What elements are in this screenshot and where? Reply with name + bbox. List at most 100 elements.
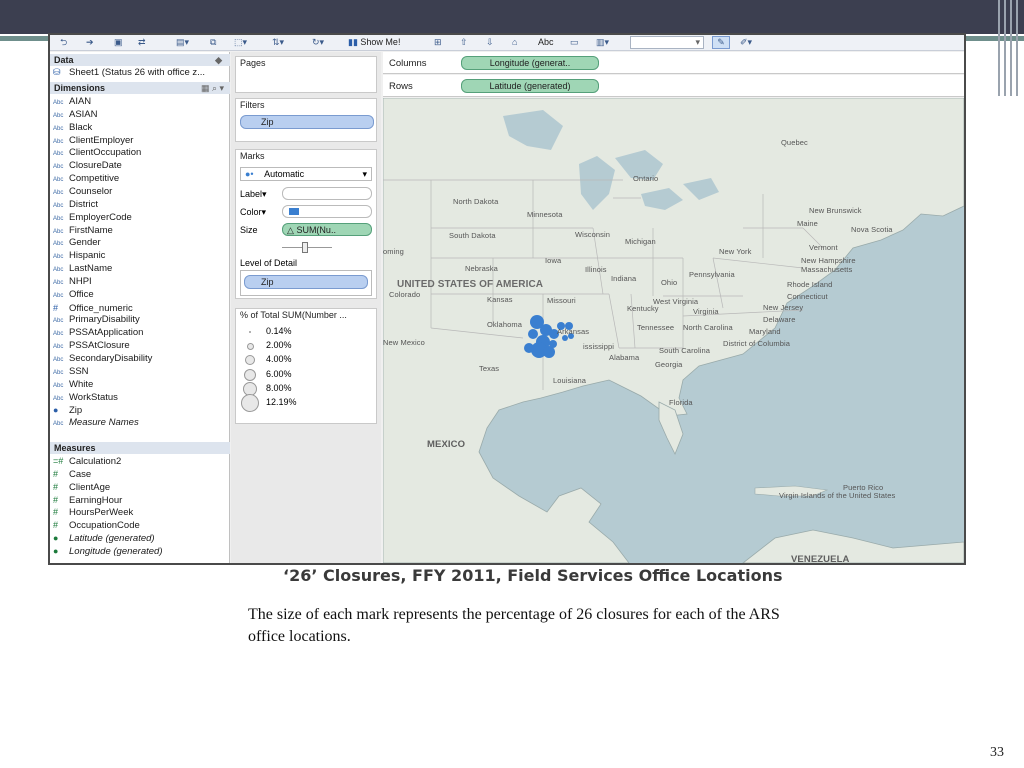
detail-shelf[interactable]: Zip — [240, 270, 372, 296]
detail-pill-zip[interactable]: Zip — [244, 275, 368, 289]
dimension-item[interactable]: Abc LastName — [53, 263, 112, 277]
dimension-item[interactable]: Abc ClosureDate — [53, 160, 122, 174]
dimension-item[interactable]: Abc Competitive — [53, 173, 119, 187]
dimension-item[interactable]: Abc Measure Names — [53, 417, 139, 431]
columns-pill[interactable]: Longitude (generat.. — [461, 56, 599, 70]
measure-item[interactable]: # HoursPerWeek — [53, 506, 133, 520]
measure-item[interactable]: # ClientAge — [53, 481, 110, 495]
size-legend-entry: 8.00% — [236, 381, 376, 396]
dimension-item[interactable]: Abc Gender — [53, 237, 101, 251]
view-options-icon[interactable]: ▦ ⌕ ▾ — [201, 82, 224, 94]
filters-card[interactable]: Filters Zip — [235, 98, 377, 142]
labels-button[interactable]: Abc — [538, 37, 554, 48]
dimension-item[interactable]: Abc PSSAtApplication — [53, 327, 143, 341]
string-type-icon: Abc — [53, 421, 64, 428]
dimension-item[interactable]: Abc NHPI — [53, 276, 92, 290]
filter-pill-zip[interactable]: Zip — [240, 115, 374, 129]
closure-mark[interactable] — [524, 343, 534, 353]
clear-icon[interactable]: ⬚▾ — [234, 37, 247, 48]
dimension-item[interactable]: Abc WorkStatus — [53, 392, 118, 406]
size-slider-handle[interactable] — [302, 242, 308, 253]
closure-mark[interactable] — [549, 340, 557, 348]
undo-icon[interactable]: ⮌ — [60, 37, 67, 48]
tooltip-icon[interactable]: ▭ — [570, 37, 579, 48]
dimension-label: WorkStatus — [69, 391, 118, 403]
data-source[interactable]: ⛁ Sheet1 (Status 26 with office z... — [53, 66, 205, 80]
color-shelf[interactable]: Color▾ — [240, 207, 266, 218]
dimension-item[interactable]: Abc ClientEmployer — [53, 135, 133, 149]
dimension-item[interactable]: Abc EmployerCode — [53, 212, 132, 226]
dimension-item[interactable]: Abc Hispanic — [53, 250, 105, 264]
measure-label: HoursPerWeek — [69, 507, 134, 519]
dimension-item[interactable]: Abc PrimaryDisability — [53, 314, 140, 328]
dimension-item[interactable]: Abc FirstName — [53, 225, 113, 239]
map-label: Georgia — [655, 360, 683, 369]
data-pane: Data ◆ ⛁ Sheet1 (Status 26 with office z..… — [50, 52, 230, 563]
show-me-label: Show Me! — [360, 37, 401, 47]
duplicate-icon[interactable]: ⧉ — [210, 37, 216, 48]
size-circle-icon — [241, 394, 259, 412]
measure-item[interactable]: # OccupationCode — [53, 519, 140, 533]
pen-icon[interactable]: ✐▾ — [740, 37, 752, 48]
save-icon[interactable]: ▣ — [114, 37, 123, 48]
dimension-label: FirstName — [69, 224, 113, 236]
slide: ⮌ ➔ ▣ ⇄ ▤▾ ⧉ ⬚▾ ⇅▾ ↻▾ ▮▮ Show Me! ⊞ ⇧ ⇩ … — [0, 0, 1024, 768]
size-pill[interactable]: △ SUM(Nu.. — [282, 223, 372, 236]
fit-icon[interactable]: ▥▾ — [596, 37, 609, 48]
new-worksheet-icon[interactable]: ▤▾ — [176, 37, 189, 48]
closure-mark[interactable] — [528, 329, 538, 339]
map-label: oming — [383, 247, 404, 256]
measure-item[interactable]: =# Calculation2 — [53, 455, 121, 469]
highlight-icon[interactable]: ✎ — [712, 36, 730, 49]
mark-type-dropdown[interactable]: ●• Automatic ▾ — [240, 167, 372, 181]
map-label: ississippi — [583, 342, 615, 351]
color-drop-target[interactable] — [282, 205, 372, 218]
dimension-item[interactable]: # Office_numeric — [53, 302, 133, 316]
sort-desc-icon[interactable]: ⇩ — [486, 37, 494, 48]
group-icon[interactable]: ⊞ — [434, 37, 442, 48]
pages-card[interactable]: Pages — [235, 56, 377, 93]
refresh-icon[interactable]: ↻▾ — [312, 37, 324, 48]
dimension-item[interactable]: Abc AIAN — [53, 96, 91, 110]
size-legend-entry: 6.00% — [236, 368, 376, 382]
size-legend-entry: 12.19% — [236, 394, 376, 412]
dimension-item[interactable]: Abc SSN — [53, 366, 89, 380]
map-label-mexico: MEXICO — [427, 439, 466, 450]
measure-item[interactable]: # Case — [53, 468, 91, 482]
label-shelf[interactable]: Label▾ — [240, 189, 267, 200]
collapse-icon[interactable]: ◆ — [215, 54, 222, 66]
dimension-item[interactable]: Abc ClientOccupation — [53, 147, 141, 161]
data-source-label: Sheet1 (Status 26 with office z... — [69, 67, 206, 78]
swap-icon[interactable]: ⇅▾ — [272, 37, 284, 48]
dimension-label: Black — [69, 121, 93, 133]
dimension-item[interactable]: Abc ASIAN — [53, 109, 98, 123]
fit-dropdown[interactable]: ▾ — [630, 36, 704, 49]
dimension-item[interactable]: Abc Counselor — [53, 186, 112, 200]
map-view[interactable]: Quebec Ontario North Dakota Minnesota South … — [383, 98, 964, 563]
sort-asc-icon[interactable]: ⇧ — [460, 37, 468, 48]
dimension-item[interactable]: Abc PSSAtClosure — [53, 340, 130, 354]
dimension-item[interactable]: Abc District — [53, 199, 98, 213]
filters-label: Filters — [240, 100, 265, 110]
pin-icon[interactable]: ⌂ — [512, 37, 517, 48]
dimension-item[interactable]: ● Zip — [53, 404, 82, 418]
measure-item[interactable]: ● Longitude (generated) — [53, 545, 163, 559]
measure-item[interactable]: ● Latitude (generated) — [53, 532, 155, 546]
dimension-item[interactable]: Abc White — [53, 379, 93, 393]
dimension-item[interactable]: Abc SecondaryDisability — [53, 353, 152, 367]
show-me-button[interactable]: ▮▮ Show Me! — [348, 37, 400, 48]
dimension-item[interactable]: Abc Office — [53, 289, 94, 303]
size-circle-icon — [246, 342, 254, 350]
decorative-lines — [994, 0, 1024, 96]
size-legend-title: % of Total SUM(Number ... — [240, 310, 347, 320]
label-drop-target[interactable] — [282, 187, 372, 200]
size-pill-label: SUM(Nu.. — [296, 225, 336, 235]
rows-pill[interactable]: Latitude (generated) — [461, 79, 599, 93]
new-data-icon[interactable]: ⇄ — [138, 37, 146, 48]
map-label: District of Columbia — [723, 339, 791, 348]
measure-item[interactable]: # EarningHour — [53, 494, 122, 508]
globe-icon: ● — [53, 533, 59, 544]
dimension-label: Gender — [69, 237, 101, 249]
dimension-item[interactable]: Abc Black — [53, 122, 92, 136]
redo-icon[interactable]: ➔ — [86, 37, 94, 48]
